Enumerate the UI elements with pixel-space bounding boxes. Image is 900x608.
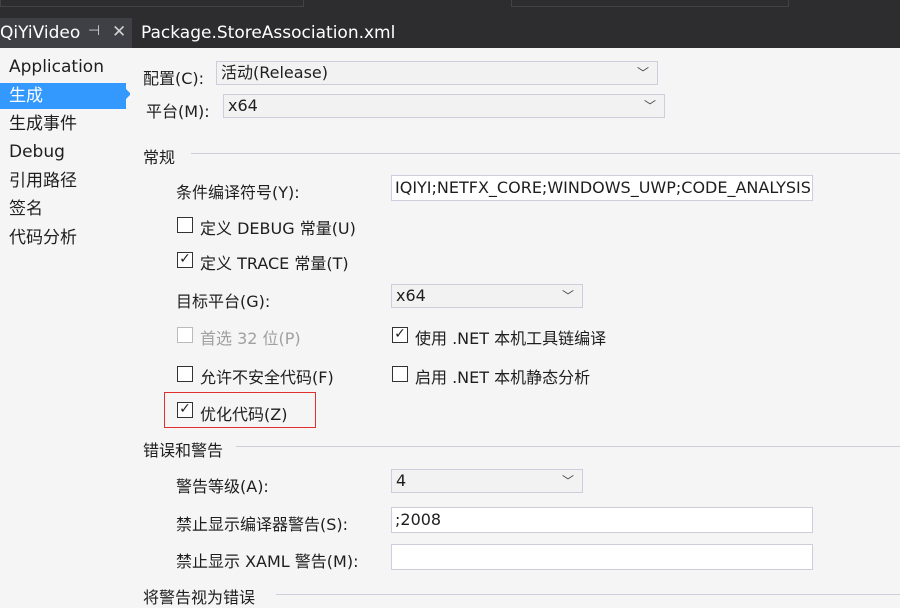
- pin-icon[interactable]: ⊣: [88, 23, 100, 39]
- sidebar-item-build-events[interactable]: 生成事件: [0, 111, 126, 137]
- section-divider: [191, 153, 900, 154]
- title-strip: [0, 0, 900, 18]
- tab-qiyivideo[interactable]: QiYiVideo ⊣ ✕: [0, 18, 132, 48]
- chevron-down-icon: ﹀: [643, 99, 656, 113]
- platform-dropdown[interactable]: x64 ﹀: [223, 94, 665, 118]
- config-value: 活动(Release): [221, 63, 329, 82]
- property-sidebar: Application 生成 生成事件 Debug 引用路径 签名 代码分析: [0, 48, 130, 603]
- config-dropdown[interactable]: 活动(Release) ﹀: [216, 61, 658, 85]
- define-trace-checkbox[interactable]: ✓: [177, 252, 193, 268]
- native-static-analysis-label: 启用 .NET 本机静态分析: [415, 368, 591, 387]
- target-platform-value: x64: [396, 286, 426, 305]
- suppress-xaml-warnings-label: 禁止显示 XAML 警告(M):: [176, 552, 359, 571]
- toolbar-box-right: [511, 0, 789, 7]
- platform-label: 平台(M):: [146, 102, 210, 121]
- define-debug-label: 定义 DEBUG 常量(U): [200, 219, 356, 238]
- tab-qiyivideo-label: QiYiVideo: [0, 23, 81, 43]
- conditional-symbols-input[interactable]: IQIYI;NETFX_CORE;WINDOWS_UWP;CODE_ANALYS…: [391, 175, 813, 201]
- allow-unsafe-label: 允许不安全代码(F): [200, 368, 334, 387]
- target-platform-label: 目标平台(G):: [176, 292, 271, 311]
- section-divider: [236, 446, 900, 447]
- define-debug-checkbox[interactable]: [177, 217, 193, 233]
- prefer-32bit-checkbox[interactable]: [177, 327, 193, 343]
- toolbar-box-left: [0, 0, 304, 7]
- section-divider: [276, 594, 900, 595]
- section-general: 常规: [143, 148, 176, 167]
- suppress-compiler-warnings-input[interactable]: ;2008: [391, 507, 813, 533]
- conditional-symbols-label: 条件编译符号(Y):: [176, 183, 300, 202]
- config-label: 配置(C):: [143, 69, 205, 88]
- tab-package-storeassociation[interactable]: Package.StoreAssociation.xml: [141, 23, 395, 43]
- close-icon[interactable]: ✕: [112, 22, 126, 42]
- optimize-code-checkbox[interactable]: ✓: [177, 402, 193, 418]
- section-errors-warnings: 错误和警告: [143, 441, 224, 460]
- native-toolchain-checkbox[interactable]: ✓: [392, 327, 408, 343]
- chevron-down-icon: ﹀: [561, 289, 574, 303]
- sidebar-item-code-analysis[interactable]: 代码分析: [0, 225, 126, 251]
- sidebar-item-build[interactable]: 生成: [0, 83, 126, 109]
- native-static-analysis-checkbox[interactable]: [392, 366, 408, 382]
- sidebar-item-reference-paths[interactable]: 引用路径: [0, 168, 126, 194]
- warning-level-dropdown[interactable]: 4 ﹀: [391, 469, 583, 493]
- chevron-down-icon: ﹀: [636, 66, 649, 80]
- target-platform-dropdown[interactable]: x64 ﹀: [391, 284, 583, 308]
- warning-level-value: 4: [396, 471, 407, 490]
- sidebar-item-debug[interactable]: Debug: [0, 139, 126, 165]
- define-trace-label: 定义 TRACE 常量(T): [200, 254, 349, 273]
- suppress-xaml-warnings-input[interactable]: [391, 544, 813, 570]
- section-treat-warnings-as-errors: 将警告视为错误: [143, 588, 256, 607]
- native-toolchain-label: 使用 .NET 本机工具链编译: [415, 329, 607, 348]
- allow-unsafe-checkbox[interactable]: [177, 366, 193, 382]
- sidebar-item-application[interactable]: Application: [0, 54, 126, 80]
- optimize-code-label: 优化代码(Z): [200, 405, 288, 424]
- chevron-down-icon: ﹀: [561, 474, 574, 488]
- document-tab-bar: QiYiVideo ⊣ ✕ Package.StoreAssociation.x…: [0, 18, 900, 66]
- suppress-compiler-warnings-label: 禁止显示编译器警告(S):: [176, 515, 349, 534]
- platform-value: x64: [228, 96, 258, 115]
- build-properties-panel: 配置(C): 活动(Release) ﹀ 平台(M): x64 ﹀ 常规 条件编…: [130, 48, 900, 607]
- prefer-32bit-label: 首选 32 位(P): [200, 329, 301, 348]
- warning-level-label: 警告等级(A):: [176, 477, 269, 496]
- sidebar-item-signing[interactable]: 签名: [0, 196, 126, 222]
